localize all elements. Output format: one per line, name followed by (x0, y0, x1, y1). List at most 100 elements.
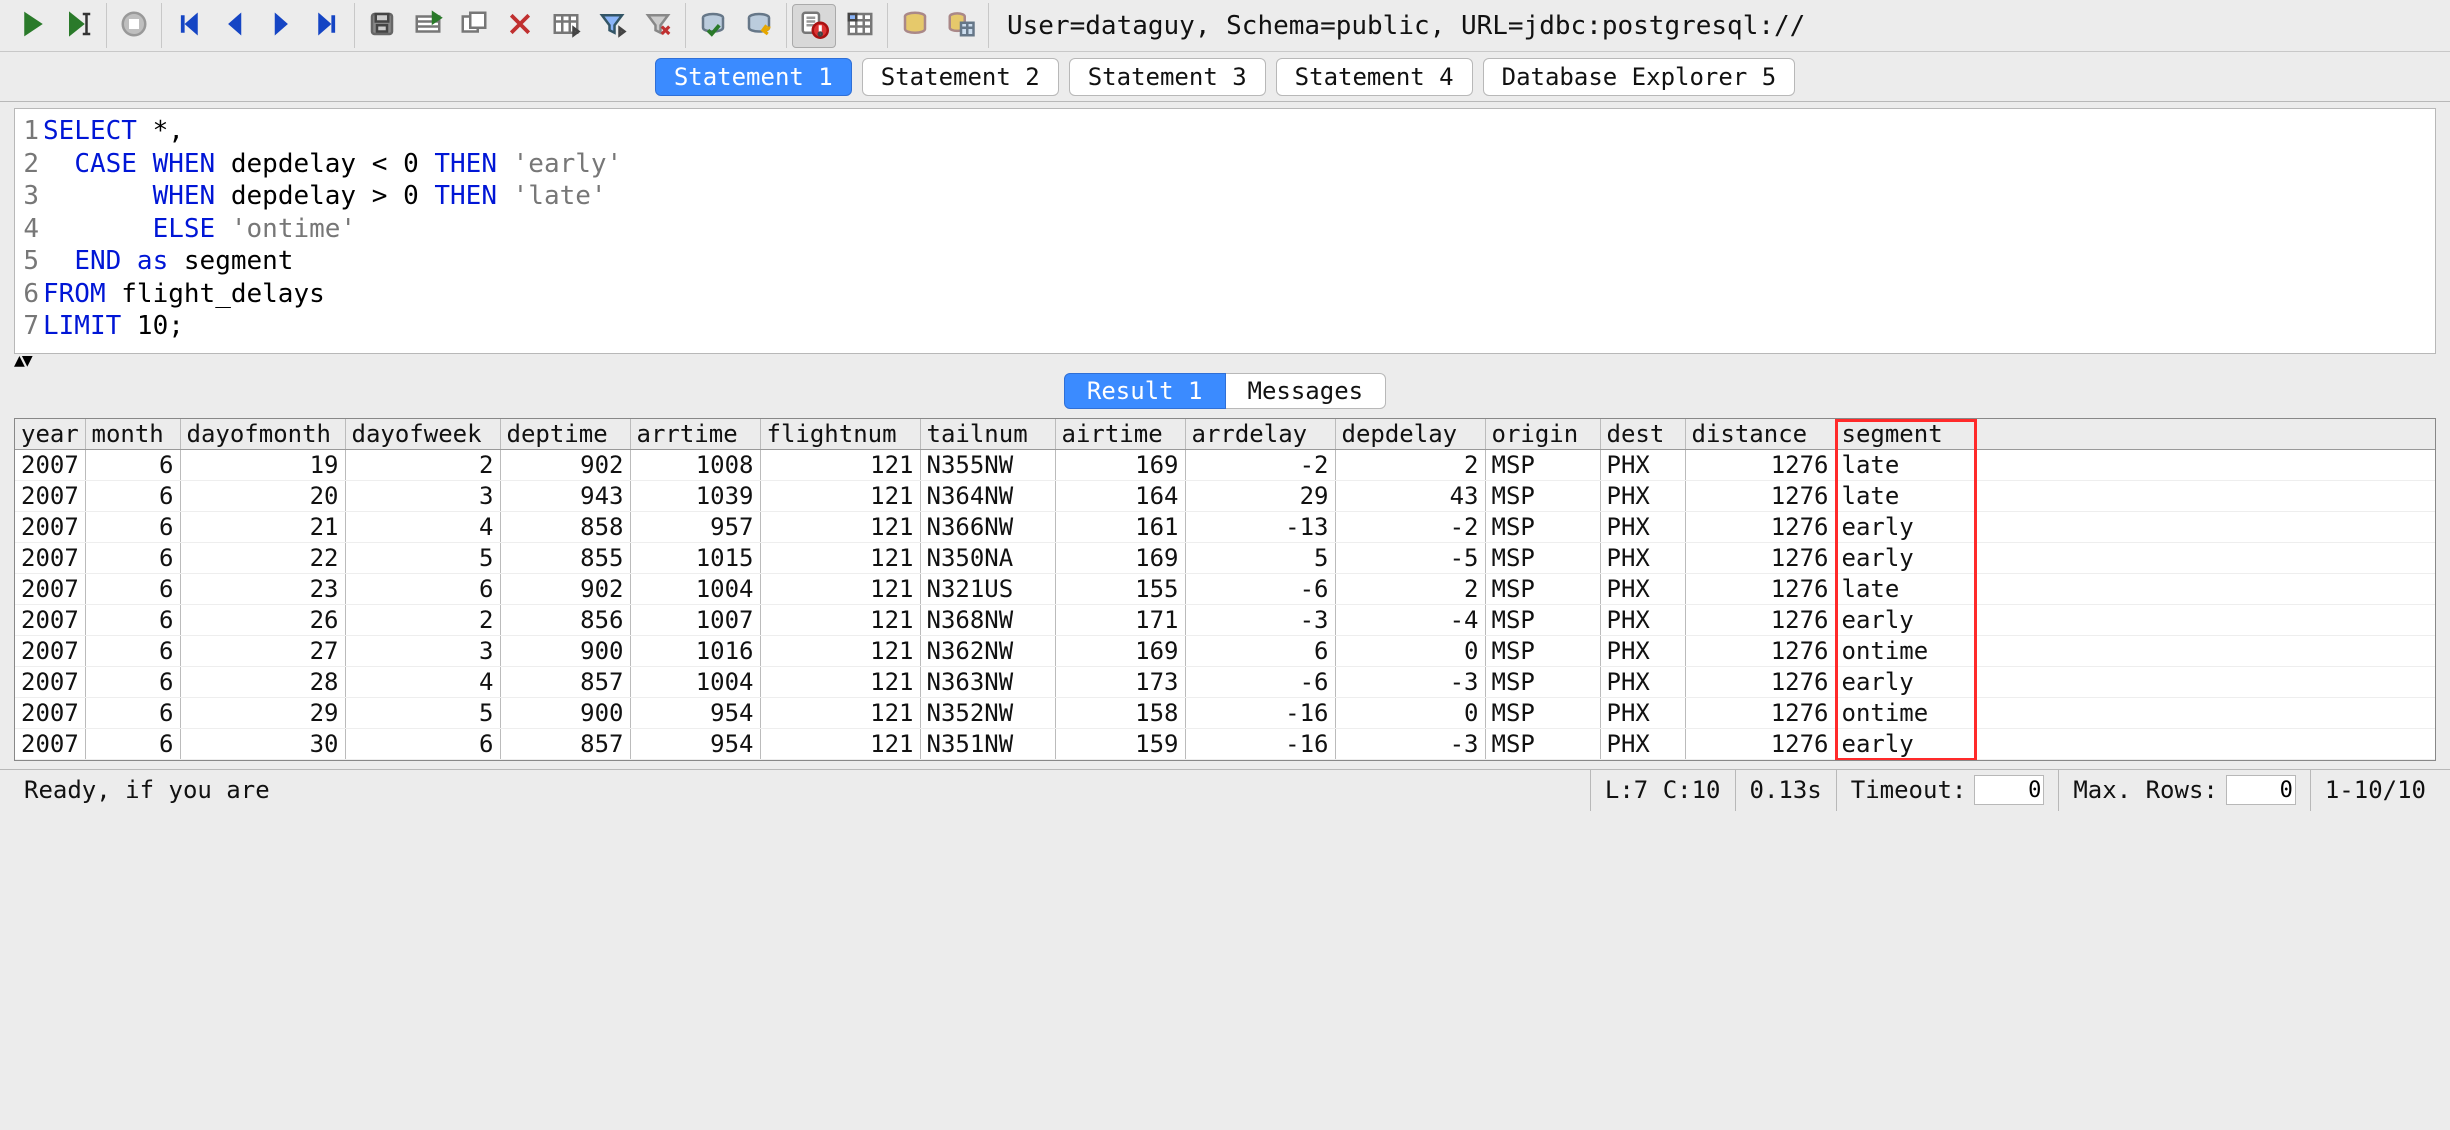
cell[interactable]: 2007 (15, 635, 85, 666)
cell[interactable]: 121 (760, 728, 920, 759)
cell[interactable]: late (1835, 480, 1975, 511)
table-row[interactable]: 200762039431039121N364NW1642943MSPPHX127… (15, 480, 2435, 511)
cell[interactable]: -3 (1185, 604, 1335, 635)
cell[interactable]: -2 (1335, 511, 1485, 542)
cell[interactable]: 22 (180, 542, 345, 573)
cell[interactable]: late (1835, 573, 1975, 604)
commit-button[interactable] (691, 4, 735, 48)
cell[interactable]: 6 (85, 635, 180, 666)
cell[interactable]: 6 (85, 604, 180, 635)
tab-result-1[interactable]: Result 1 (1064, 373, 1226, 409)
cell[interactable]: 1276 (1685, 635, 1835, 666)
cell[interactable]: MSP (1485, 697, 1600, 728)
cell[interactable]: 6 (85, 573, 180, 604)
cell[interactable]: 5 (345, 697, 500, 728)
cell[interactable]: 857 (500, 728, 630, 759)
col-header-arrdelay[interactable]: arrdelay (1185, 419, 1335, 450)
run-cursor-button[interactable] (57, 4, 101, 48)
col-header-dayofweek[interactable]: dayofweek (345, 419, 500, 450)
table-row[interactable]: 200762739001016121N362NW16960MSPPHX1276o… (15, 635, 2435, 666)
clear-filter-button[interactable] (636, 4, 680, 48)
cell[interactable]: 5 (1185, 542, 1335, 573)
insert-row-button[interactable] (406, 4, 450, 48)
cell[interactable]: ontime (1835, 635, 1975, 666)
cell[interactable]: 121 (760, 573, 920, 604)
cell[interactable]: N355NW (920, 449, 1055, 480)
sql-editor[interactable]: 1SELECT *,2 CASE WHEN depdelay < 0 THEN … (14, 108, 2436, 354)
cell[interactable]: 954 (630, 728, 760, 759)
cell[interactable]: MSP (1485, 604, 1600, 635)
cell[interactable]: 161 (1055, 511, 1185, 542)
col-header-airtime[interactable]: airtime (1055, 419, 1185, 450)
cell[interactable]: N366NW (920, 511, 1055, 542)
table-row[interactable]: 200761929021008121N355NW169-22MSPPHX1276… (15, 449, 2435, 480)
cell[interactable]: 943 (500, 480, 630, 511)
cell[interactable]: -5 (1335, 542, 1485, 573)
cell[interactable]: 169 (1055, 635, 1185, 666)
cell[interactable]: 902 (500, 573, 630, 604)
cell[interactable]: 957 (630, 511, 760, 542)
cell[interactable]: 169 (1055, 449, 1185, 480)
cell[interactable]: 1004 (630, 666, 760, 697)
cell[interactable]: 43 (1335, 480, 1485, 511)
cell[interactable]: N362NW (920, 635, 1055, 666)
table-row[interactable]: 200762628561007121N368NW171-3-4MSPPHX127… (15, 604, 2435, 635)
cell[interactable]: 6 (85, 666, 180, 697)
prev-button[interactable] (213, 4, 257, 48)
cell[interactable]: N364NW (920, 480, 1055, 511)
cell[interactable]: 121 (760, 697, 920, 728)
cell[interactable]: N350NA (920, 542, 1055, 573)
table-row[interactable]: 200762848571004121N363NW173-6-3MSPPHX127… (15, 666, 2435, 697)
rollback-button[interactable] (737, 4, 781, 48)
copy-row-button[interactable] (452, 4, 496, 48)
cell[interactable]: 23 (180, 573, 345, 604)
cell[interactable]: 1276 (1685, 573, 1835, 604)
cell[interactable]: 900 (500, 697, 630, 728)
cell[interactable]: ontime (1835, 697, 1975, 728)
cell[interactable]: -2 (1185, 449, 1335, 480)
code-line[interactable]: CASE WHEN depdelay < 0 THEN 'early' (43, 148, 622, 181)
cell[interactable]: 5 (345, 542, 500, 573)
cell[interactable]: MSP (1485, 635, 1600, 666)
code-line[interactable]: ELSE 'ontime' (43, 213, 356, 246)
cell[interactable]: 121 (760, 604, 920, 635)
cell[interactable]: 6 (85, 728, 180, 759)
cell[interactable]: 121 (760, 666, 920, 697)
cell[interactable]: 121 (760, 449, 920, 480)
col-header-tailnum[interactable]: tailnum (920, 419, 1055, 450)
table-row[interactable]: 200762369021004121N321US155-62MSPPHX1276… (15, 573, 2435, 604)
cell[interactable]: 158 (1055, 697, 1185, 728)
cell[interactable]: early (1835, 604, 1975, 635)
tab-messages[interactable]: Messages (1226, 373, 1387, 409)
cell[interactable]: 1015 (630, 542, 760, 573)
timeout-input[interactable] (1974, 775, 2044, 805)
col-header-origin[interactable]: origin (1485, 419, 1600, 450)
db-browser-button[interactable] (939, 4, 983, 48)
cell[interactable]: PHX (1600, 480, 1685, 511)
cell[interactable]: 173 (1055, 666, 1185, 697)
cell[interactable]: 21 (180, 511, 345, 542)
table-row[interactable]: 200762258551015121N350NA1695-5MSPPHX1276… (15, 542, 2435, 573)
cell[interactable]: -16 (1185, 728, 1335, 759)
tab-statement-4[interactable]: Statement 4 (1276, 58, 1473, 96)
cell[interactable]: PHX (1600, 573, 1685, 604)
cell[interactable]: 2 (345, 449, 500, 480)
cell[interactable]: 19 (180, 449, 345, 480)
cell[interactable]: 30 (180, 728, 345, 759)
cell[interactable]: -6 (1185, 666, 1335, 697)
cell[interactable]: 6 (85, 511, 180, 542)
cell[interactable]: 2007 (15, 728, 85, 759)
db-objects-button[interactable] (893, 4, 937, 48)
cell[interactable]: 1039 (630, 480, 760, 511)
cell[interactable]: -3 (1335, 666, 1485, 697)
cell[interactable]: 6 (345, 728, 500, 759)
cell[interactable]: MSP (1485, 542, 1600, 573)
cell[interactable]: MSP (1485, 573, 1600, 604)
cell[interactable]: 6 (85, 449, 180, 480)
next-button[interactable] (259, 4, 303, 48)
cell[interactable]: 0 (1335, 635, 1485, 666)
cell[interactable]: 121 (760, 480, 920, 511)
col-header-segment[interactable]: segment (1835, 419, 1975, 450)
cell[interactable]: 171 (1055, 604, 1185, 635)
cell[interactable]: 954 (630, 697, 760, 728)
